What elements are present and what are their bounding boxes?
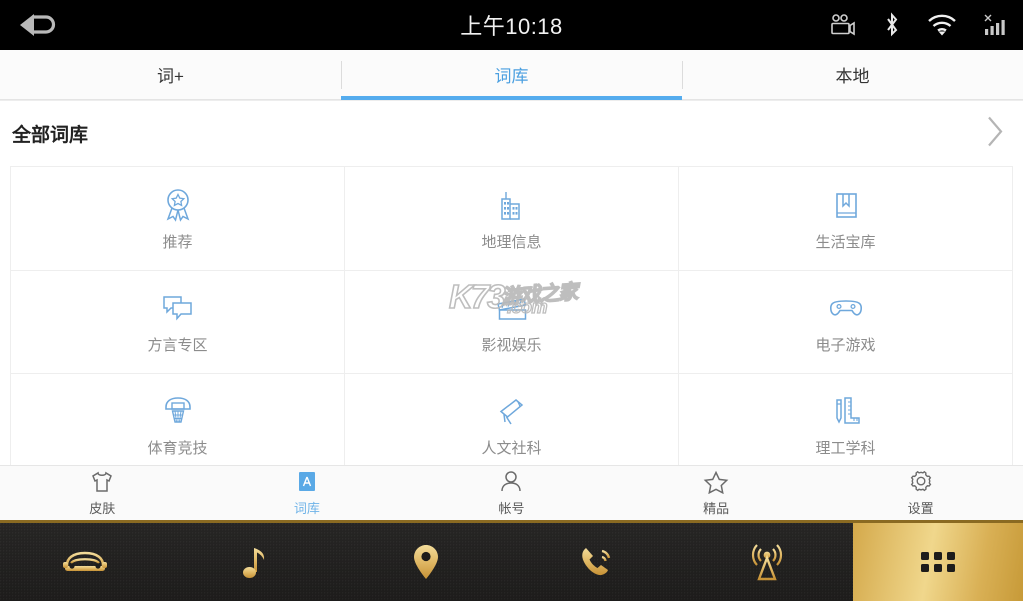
back-arrow-icon bbox=[20, 14, 56, 36]
category-cell-tiyu-jingji[interactable]: 体育竞技 bbox=[11, 374, 344, 465]
location-pin-icon bbox=[414, 545, 439, 579]
dock-item-radio[interactable] bbox=[682, 523, 853, 601]
dock-item-car[interactable] bbox=[0, 523, 171, 601]
dictionary-a-icon bbox=[294, 470, 320, 495]
category-label: 生活宝库 bbox=[815, 233, 876, 251]
tab-ciplus[interactable]: 词+ bbox=[0, 50, 341, 99]
book-bookmark-icon bbox=[831, 186, 861, 224]
music-note-icon bbox=[242, 548, 264, 578]
nav-item-zhanghao[interactable]: 帐号 bbox=[409, 466, 614, 521]
dock-item-music[interactable] bbox=[171, 523, 342, 601]
camera-video-icon[interactable] bbox=[829, 14, 857, 36]
chat-bubbles-icon bbox=[160, 289, 196, 327]
bluetooth-icon[interactable] bbox=[883, 12, 901, 38]
telescope-icon bbox=[494, 392, 530, 430]
category-label: 理工学科 bbox=[815, 440, 876, 457]
tab-bendi[interactable]: 本地 bbox=[682, 50, 1023, 99]
nav-item-ciku[interactable]: 词库 bbox=[205, 466, 410, 521]
radio-tower-icon bbox=[752, 544, 783, 581]
dock-item-location[interactable] bbox=[341, 523, 512, 601]
grid-row: 推荐 地理信息 生活宝库 bbox=[11, 167, 1012, 270]
app-root: 上午10:18 词+ 词库 本地 全部词库 推荐 地理信息 生活宝库 方言专区 … bbox=[0, 0, 1023, 601]
section-title: 全部词库 bbox=[12, 125, 89, 146]
tab-bar: 词+ 词库 本地 bbox=[0, 50, 1023, 100]
nav-label: 帐号 bbox=[498, 500, 525, 516]
phone-call-icon bbox=[582, 548, 610, 576]
category-label: 地理信息 bbox=[481, 233, 542, 251]
tshirt-icon bbox=[89, 470, 115, 495]
status-bar: 上午10:18 bbox=[0, 0, 1023, 50]
category-cell-yingshi-yule[interactable]: 影视娱乐 bbox=[344, 271, 678, 373]
grid-row: 体育竞技 人文社科 理工学科 bbox=[11, 373, 1012, 465]
category-cell-dili-xinxi[interactable]: 地理信息 bbox=[344, 167, 678, 270]
tab-ciku[interactable]: 词库 bbox=[341, 50, 682, 100]
bottom-nav: 皮肤 词库 帐号 精品 设置 bbox=[0, 465, 1023, 520]
dictionary-category-grid: 推荐 地理信息 生活宝库 方言专区 影视娱乐 电子游戏 体育竞技 人文社科 理工… bbox=[10, 166, 1013, 465]
star-icon bbox=[703, 470, 729, 495]
game-controller-icon bbox=[827, 289, 865, 327]
gear-icon bbox=[908, 470, 934, 495]
nav-label: 词库 bbox=[293, 500, 320, 516]
grid-row: 方言专区 影视娱乐 电子游戏 bbox=[11, 270, 1012, 373]
category-label: 人文社科 bbox=[481, 440, 542, 457]
category-cell-shenghuo-baoku[interactable]: 生活宝库 bbox=[678, 167, 1012, 270]
category-label: 体育竞技 bbox=[147, 440, 208, 457]
section-header-all-dictionaries[interactable]: 全部词库 bbox=[0, 100, 1023, 166]
nav-item-pifu[interactable]: 皮肤 bbox=[0, 466, 205, 521]
basketball-hoop-icon bbox=[161, 392, 195, 430]
status-icons bbox=[829, 0, 1009, 50]
car-icon bbox=[63, 551, 108, 571]
person-icon bbox=[499, 470, 523, 495]
award-ribbon-icon bbox=[162, 186, 194, 224]
nav-label: 设置 bbox=[907, 500, 934, 516]
clapperboard-icon bbox=[494, 289, 530, 327]
category-cell-ligong-xueke[interactable]: 理工学科 bbox=[678, 374, 1012, 465]
wifi-icon[interactable] bbox=[927, 13, 957, 37]
category-cell-renwen-sheke[interactable]: 人文社科 bbox=[344, 374, 678, 465]
system-dock bbox=[0, 520, 1023, 601]
signal-bars-icon[interactable] bbox=[983, 12, 1009, 38]
category-cell-dianzi-youxi[interactable]: 电子游戏 bbox=[678, 271, 1012, 373]
pen-ruler-icon bbox=[829, 392, 863, 430]
category-cell-fangyan-zhuanqu[interactable]: 方言专区 bbox=[11, 271, 344, 373]
nav-label: 皮肤 bbox=[89, 500, 116, 516]
nav-label: 精品 bbox=[703, 500, 730, 516]
category-label: 电子游戏 bbox=[815, 337, 876, 354]
category-label: 影视娱乐 bbox=[481, 337, 542, 354]
apps-grid-icon bbox=[920, 552, 955, 572]
back-button[interactable] bbox=[0, 0, 70, 50]
category-label: 方言专区 bbox=[147, 337, 208, 354]
category-cell-tuijian[interactable]: 推荐 bbox=[11, 167, 344, 270]
category-label: 推荐 bbox=[162, 233, 193, 251]
chevron-right-icon[interactable] bbox=[985, 114, 1005, 153]
dock-item-apps[interactable] bbox=[852, 523, 1023, 601]
nav-item-shezhi[interactable]: 设置 bbox=[818, 466, 1023, 521]
dock-item-phone[interactable] bbox=[512, 523, 683, 601]
city-buildings-icon bbox=[495, 186, 529, 224]
nav-item-jingpin[interactable]: 精品 bbox=[614, 466, 819, 521]
